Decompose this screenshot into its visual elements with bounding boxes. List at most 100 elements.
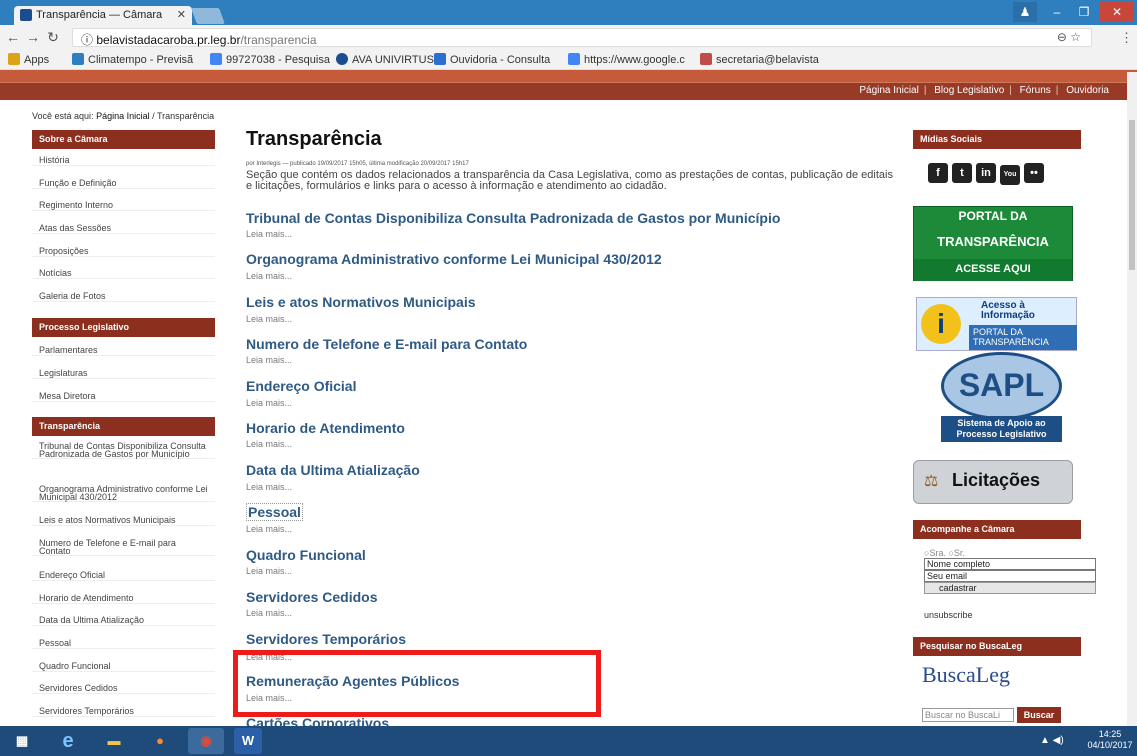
left-nav-item[interactable]: Horario de Atendimento bbox=[32, 593, 215, 604]
read-more-link[interactable]: Leia mais... bbox=[246, 229, 292, 239]
url-input[interactable]: ⓘ belavistadacaroba.pr.leg.br/transparen… bbox=[72, 28, 1092, 47]
read-more-link[interactable]: Leia mais... bbox=[246, 355, 292, 365]
left-nav-item[interactable]: Galeria de Fotos bbox=[32, 291, 215, 302]
left-nav-item[interactable]: Organograma Administrativo conforme Lei … bbox=[32, 485, 215, 502]
buscaleg-search-input[interactable]: Buscar no BuscaLi bbox=[922, 708, 1014, 722]
email-field[interactable]: Seu email bbox=[924, 570, 1096, 582]
entry-title-link[interactable]: Data da Ultima Atialização bbox=[246, 462, 420, 478]
entry-title-link-focused[interactable]: Pessoal bbox=[246, 503, 303, 521]
bookmark-climatempo[interactable]: Climatempo - Previsã bbox=[72, 53, 193, 66]
licitacoes-button[interactable]: ⚖ Licitações bbox=[913, 460, 1073, 504]
left-nav-item[interactable]: Regimento Interno bbox=[32, 200, 215, 211]
read-more-link[interactable]: Leia mais... bbox=[246, 439, 292, 449]
bookmark-secretaria[interactable]: secretaria@belavista bbox=[700, 53, 819, 66]
left-nav-item[interactable]: Leis e atos Normativos Municipais bbox=[32, 515, 215, 526]
forward-arrow-icon[interactable]: → bbox=[24, 29, 42, 45]
bookmark-apps[interactable]: Apps bbox=[8, 53, 49, 66]
left-nav-item[interactable]: Legislaturas bbox=[32, 368, 215, 379]
breadcrumb-home-link[interactable]: Página Inicial bbox=[96, 111, 150, 121]
read-more-link[interactable]: Leia mais... bbox=[246, 566, 292, 576]
name-field[interactable]: Nome completo bbox=[924, 558, 1096, 570]
left-nav-item[interactable]: Numero de Telefone e E-mail para Contato bbox=[32, 539, 215, 556]
entry-title-link[interactable]: Horario de Atendimento bbox=[246, 420, 405, 436]
access-to-information-banner[interactable]: i Acesso à Informação PORTAL DA TRANSPARÊN… bbox=[916, 297, 1077, 351]
browser-menu-icon[interactable]: ⋮ bbox=[1120, 30, 1133, 46]
internet-explorer-icon[interactable]: e bbox=[50, 728, 86, 754]
bookmark-google-search[interactable]: 99727038 - Pesquisa bbox=[210, 53, 330, 66]
nav-link-blog[interactable]: Blog Legislativo bbox=[934, 85, 1004, 96]
left-nav-item[interactable]: Proposições bbox=[32, 246, 215, 257]
left-nav-item[interactable]: Servidores Temporários bbox=[32, 706, 215, 717]
firefox-icon[interactable]: ● bbox=[142, 728, 178, 754]
tray-volume-icon[interactable]: ▲ ◀) bbox=[1040, 735, 1064, 746]
nav-link-forums[interactable]: Fóruns bbox=[1020, 85, 1051, 96]
entry-title-link[interactable]: Organograma Administrativo conforme Lei … bbox=[246, 251, 662, 267]
entry-title-link[interactable]: Endereço Oficial bbox=[246, 378, 356, 394]
entry-title-link[interactable]: Servidores Temporários bbox=[246, 631, 406, 647]
highlight-annotation-box bbox=[233, 650, 601, 717]
entry-title-link[interactable]: Quadro Funcional bbox=[246, 547, 366, 563]
entry-title-link[interactable]: Servidores Cedidos bbox=[246, 589, 378, 605]
left-nav-heading-transparency: Transparência bbox=[32, 417, 215, 436]
read-more-link[interactable]: Leia mais... bbox=[246, 608, 292, 618]
bookmarks-bar: Apps Climatempo - Previsã 99727038 - Pes… bbox=[0, 50, 1137, 70]
read-more-link[interactable]: Leia mais... bbox=[246, 271, 292, 281]
left-nav-item[interactable]: Servidores Cedidos bbox=[32, 683, 215, 694]
sapl-banner[interactable]: SAPL Sistema de Apoio ao Processo Legisla… bbox=[941, 352, 1062, 442]
mail-icon bbox=[700, 53, 712, 65]
bookmark-ouvidoria[interactable]: Ouvidoria - Consulta bbox=[434, 53, 550, 66]
start-windows-icon[interactable]: ▦ bbox=[4, 728, 40, 754]
left-nav-item[interactable]: Atas das Sessões bbox=[32, 223, 215, 234]
transparency-portal-banner[interactable]: PORTAL DA TRANSPARÊNCIA ACESSE AQUI bbox=[913, 206, 1073, 281]
nav-link-home[interactable]: Página Inicial bbox=[859, 85, 918, 96]
system-clock[interactable]: 14:25 04/10/2017 bbox=[1085, 729, 1135, 751]
read-more-link[interactable]: Leia mais... bbox=[246, 524, 292, 534]
read-more-link[interactable]: Leia mais... bbox=[246, 314, 292, 324]
nav-link-ouvidoria[interactable]: Ouvidoria bbox=[1066, 85, 1109, 96]
entry-title-link[interactable]: Tribunal de Contas Disponibiliza Consult… bbox=[246, 210, 780, 226]
left-nav-item[interactable]: Mesa Diretora bbox=[32, 391, 215, 402]
entry-title-link[interactable]: Numero de Telefone e E-mail para Contato bbox=[246, 336, 527, 352]
left-nav-item[interactable]: História bbox=[32, 155, 215, 166]
entry-title-link[interactable]: Leis e atos Normativos Municipais bbox=[246, 294, 476, 310]
flickr-icon[interactable]: •• bbox=[1024, 163, 1044, 183]
close-tab-icon[interactable]: ✕ bbox=[177, 8, 186, 21]
youtube-icon[interactable]: You bbox=[1000, 165, 1020, 185]
user-profile-icon[interactable]: ♟ bbox=[1013, 2, 1037, 22]
left-nav-item[interactable]: Notícias bbox=[32, 268, 215, 279]
read-more-link[interactable]: Leia mais... bbox=[246, 398, 292, 408]
facebook-icon[interactable]: f bbox=[928, 163, 948, 183]
unsubscribe-link[interactable]: unsubscribe bbox=[924, 610, 973, 620]
read-more-link[interactable]: Leia mais... bbox=[246, 482, 292, 492]
left-nav-item[interactable]: Quadro Funcional bbox=[32, 661, 215, 672]
left-nav-item[interactable]: Tribunal de Contas Disponibiliza Consult… bbox=[32, 442, 215, 459]
left-nav-item[interactable]: Data da Ultima Atialização bbox=[32, 615, 215, 626]
left-nav-item[interactable]: Parlamentares bbox=[32, 345, 215, 356]
minimize-icon[interactable]: – bbox=[1045, 2, 1069, 22]
twitter-icon[interactable]: t bbox=[952, 163, 972, 183]
word-icon[interactable]: W bbox=[234, 728, 262, 754]
left-nav-item[interactable]: Endereço Oficial bbox=[32, 570, 215, 581]
close-window-icon[interactable]: ✕ bbox=[1100, 2, 1134, 22]
linkedin-icon[interactable]: in bbox=[976, 163, 996, 183]
buscaleg-search-button[interactable]: Buscar bbox=[1017, 707, 1061, 723]
left-nav-item[interactable]: Pessoal bbox=[32, 638, 215, 649]
left-nav-item[interactable]: Função e Definição bbox=[32, 178, 215, 189]
info-icon[interactable]: ⓘ bbox=[81, 33, 93, 47]
buscaleg-logo[interactable]: BuscaLeg bbox=[922, 662, 1010, 688]
bookmark-google[interactable]: https://www.google.c bbox=[568, 53, 685, 66]
zoom-and-star-icons[interactable]: ⊖ ☆ bbox=[1057, 30, 1081, 44]
screen: Transparência — Câmara ✕ ♟ – ❐ ✕ ← → ↻ ⓘ… bbox=[0, 0, 1137, 756]
browser-tab[interactable]: Transparência — Câmara ✕ bbox=[14, 6, 192, 25]
scrollbar-thumb[interactable] bbox=[1129, 120, 1135, 270]
back-arrow-icon[interactable]: ← bbox=[4, 29, 22, 45]
new-tab-button[interactable] bbox=[191, 8, 225, 24]
chrome-icon[interactable]: ◉ bbox=[188, 728, 224, 754]
file-explorer-icon[interactable]: ▬ bbox=[96, 728, 132, 754]
maximize-icon[interactable]: ❐ bbox=[1072, 2, 1096, 22]
google-icon bbox=[568, 53, 580, 65]
subscribe-button[interactable]: cadastrar bbox=[924, 582, 1096, 594]
social-icons: f t in You •• bbox=[928, 163, 1048, 185]
bookmark-ava-univirtus[interactable]: AVA UNIVIRTUS bbox=[336, 53, 434, 66]
reload-icon[interactable]: ↻ bbox=[44, 29, 62, 46]
